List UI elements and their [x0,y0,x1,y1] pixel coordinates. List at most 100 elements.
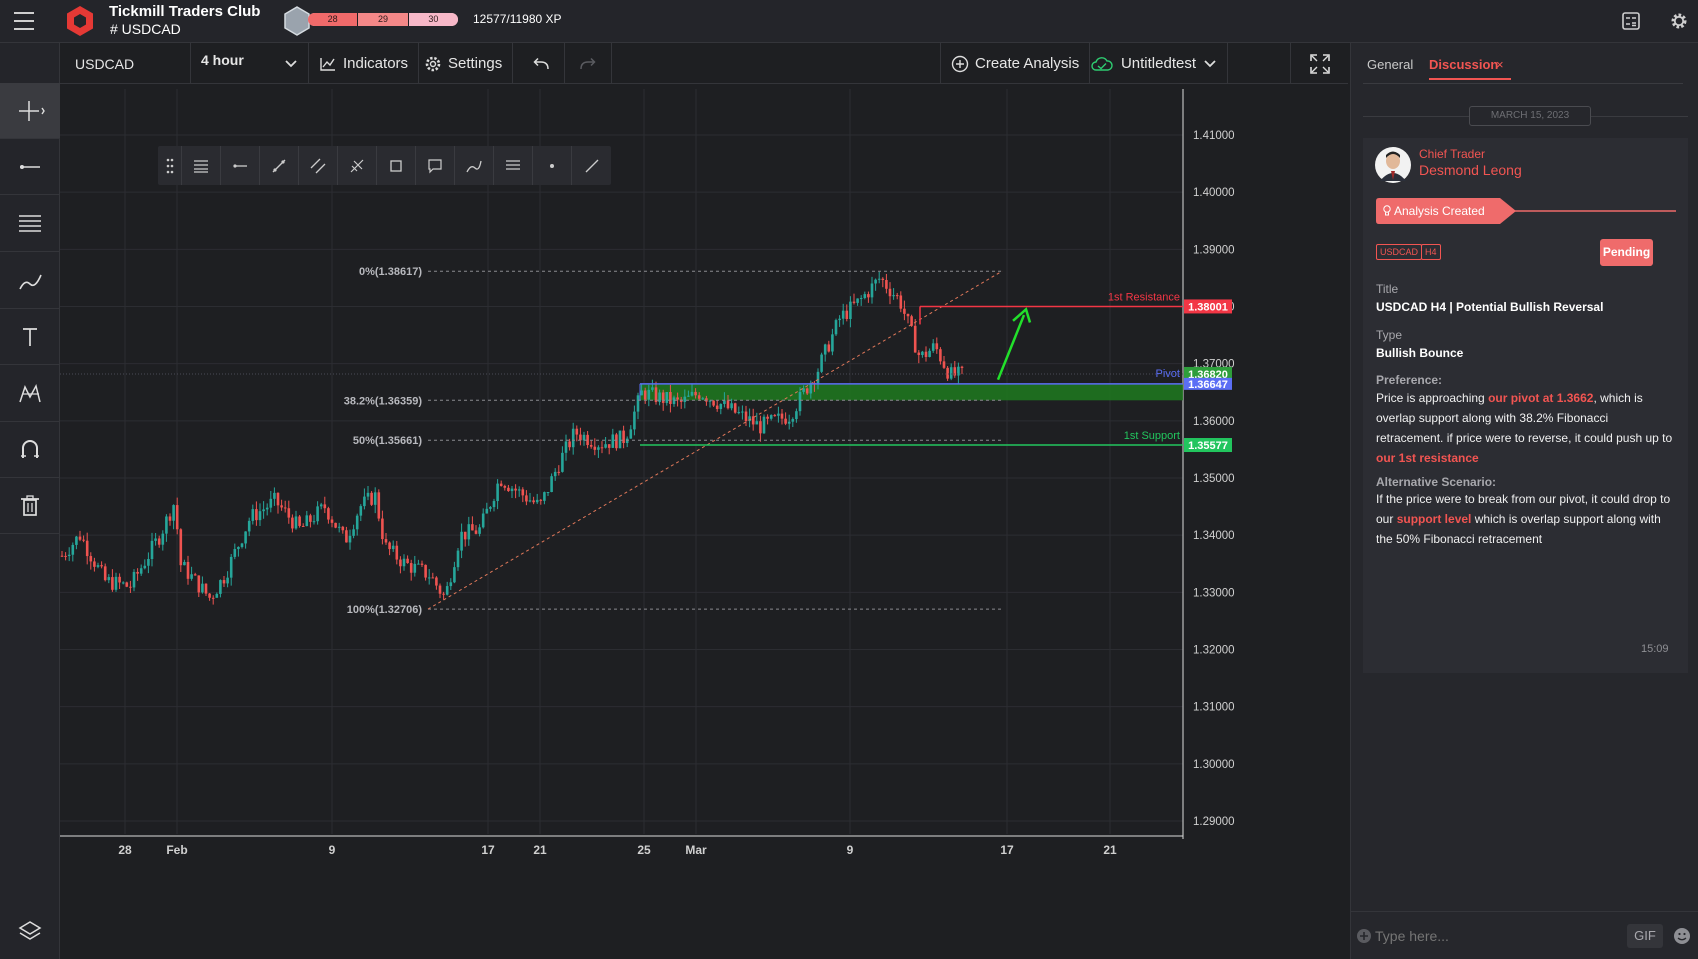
lines-draw-tool[interactable] [494,146,533,185]
delete-tool[interactable] [0,478,60,534]
pattern-tool[interactable] [0,366,60,422]
fib-draw-tool[interactable] [182,146,221,185]
emoji-icon[interactable] [1673,927,1691,945]
time-axis-label: 17 [1000,843,1014,857]
trendline-draw-tool[interactable] [260,146,299,185]
callout-draw-tool[interactable] [416,146,455,185]
add-attachment-icon[interactable] [1356,928,1372,944]
calculator-icon[interactable] [1621,11,1641,31]
candle-up [453,567,456,583]
candle-down [784,418,787,424]
magnet-tool[interactable] [0,422,60,478]
author-name: Desmond Leong [1419,162,1522,178]
path-draw-tool[interactable] [455,146,494,185]
pitchfork-draw-tool[interactable] [338,146,377,185]
message-input[interactable] [1375,924,1595,948]
candle-down [377,492,381,519]
drag-handle[interactable] [158,146,182,185]
price-chart[interactable]: 1.410001.400001.390001.380001.370001.360… [60,84,1348,959]
layers-tool[interactable] [0,903,60,959]
candle-up [190,574,193,579]
resistance-label: 1st Resistance [1108,291,1180,303]
candle-down [525,495,528,502]
candle-up [355,515,359,530]
candle-down [186,561,190,579]
rectangle-draw-tool[interactable] [377,146,416,185]
candle-up [571,428,575,448]
dot-draw-tool[interactable] [533,146,572,185]
candle-up [604,444,607,448]
candle-up [391,545,395,550]
time-axis-label: 21 [1103,843,1117,857]
chart-area[interactable]: 1.410001.400001.390001.380001.370001.360… [60,84,1348,959]
candle-up [564,441,568,453]
candle-down [521,489,525,496]
pref-text-1: Price is approaching [1376,391,1489,405]
price-axis-label: 1.35000 [1193,473,1235,485]
candle-up [165,516,168,534]
xp-progress-bar: 28 29 30 [308,13,458,26]
candle-up [489,507,492,509]
segment-draw-tool[interactable] [572,146,611,185]
candle-up [611,434,615,448]
crosshair-tool[interactable] [0,83,60,139]
candle-up [247,520,251,532]
candle-up [132,571,136,588]
candle-up [417,563,420,565]
timeframe-selector[interactable]: 4 hour [191,43,309,84]
candle-down [759,421,762,434]
candle-up [402,558,406,567]
line-tool[interactable] [0,139,60,195]
fib-level-label: 0%(1.38617) [359,266,422,278]
candle-down [676,397,679,400]
candle-down [924,351,928,357]
candle-down [175,505,179,530]
level-badge-icon [284,6,310,36]
candle-down [168,516,172,521]
channel-name: # USDCAD [110,21,181,37]
candle-down [780,413,784,419]
candle-up [262,509,265,512]
type-label: Type [1376,328,1403,342]
support-label: 1st Support [1124,430,1180,442]
gif-button[interactable]: GIF [1627,924,1663,948]
candle-up [618,430,622,449]
brush-tool[interactable] [0,253,60,309]
channel-draw-tool[interactable] [299,146,338,185]
gear-icon[interactable] [1669,11,1689,31]
menu-icon[interactable] [14,12,34,30]
candle-down [327,508,330,520]
left-toolbar [0,43,60,959]
undo-button[interactable] [518,43,565,84]
candle-up [849,301,852,319]
candle-up [730,403,733,409]
redo-button[interactable] [565,43,612,84]
fib-tool[interactable] [0,196,60,252]
indicators-button[interactable]: Indicators [309,43,420,84]
tab-discussion[interactable]: Discussion [1429,57,1498,72]
candle-down [805,388,809,394]
create-analysis-label: Create Analysis [975,55,1080,72]
candle-down [287,508,291,518]
candle-down [381,518,384,540]
settings-button[interactable]: Settings [414,43,514,84]
candle-down [103,566,107,581]
template-selector[interactable]: Untitledtest [1078,43,1228,84]
pref-highlight-pivot: our pivot at 1.3662 [1488,391,1594,405]
close-tab-icon[interactable]: × [1496,57,1504,72]
ray-draw-tool[interactable] [221,146,260,185]
candle-down [694,391,697,396]
create-analysis-button[interactable]: Create Analysis [940,43,1091,84]
text-tool[interactable] [0,309,60,365]
dot-icon [550,163,554,168]
symbol-selector[interactable]: USDCAD [60,43,191,84]
fib-level-label: 50%(1.35661) [353,435,422,447]
candle-up [172,505,175,521]
tab-general[interactable]: General [1367,57,1413,72]
candle-down [499,483,503,486]
candle-down [852,301,856,303]
fullscreen-button[interactable] [1290,43,1348,84]
candle-down [913,325,917,353]
candle-down [715,405,719,410]
xp-level-29: 29 [358,13,409,26]
